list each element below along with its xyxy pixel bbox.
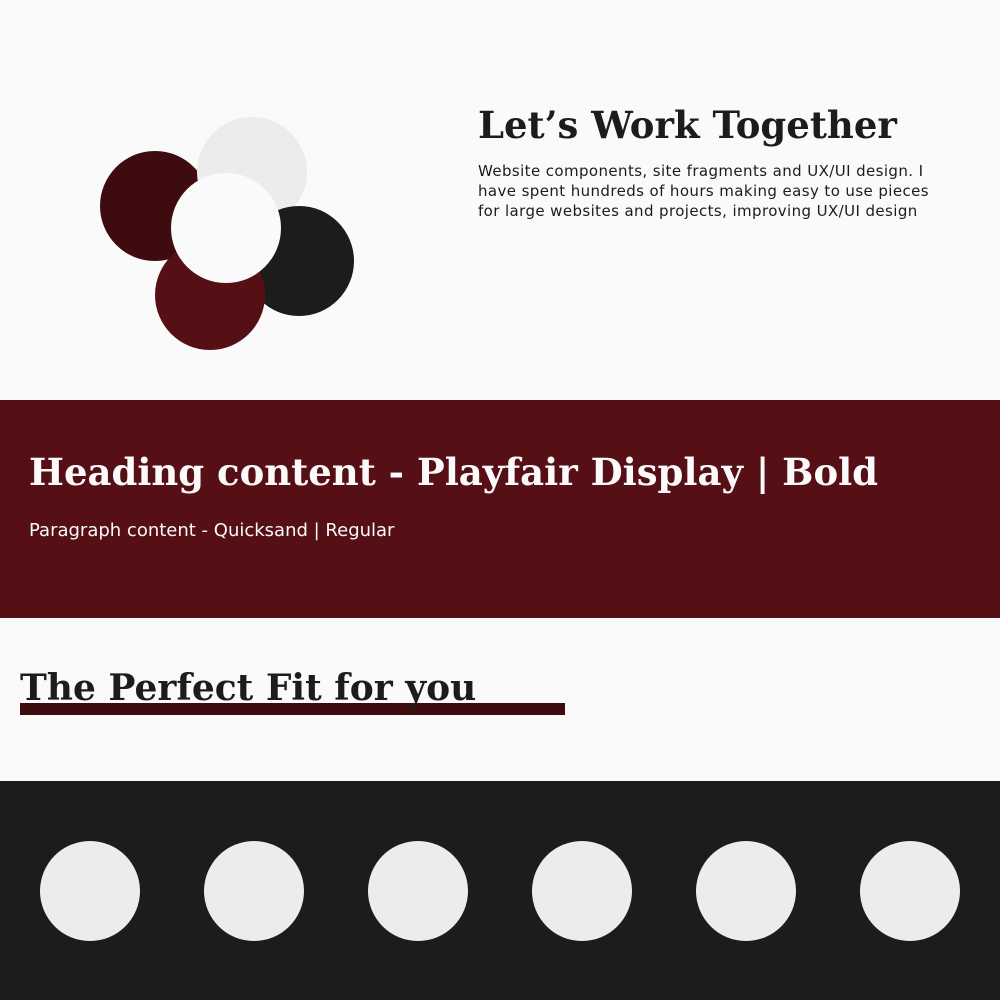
placeholder-circle [860,841,960,941]
perfect-fit-title: The Perfect Fit for you [20,667,477,709]
placeholder-circle [204,841,304,941]
placeholder-circle [368,841,468,941]
decorative-circle-white [171,173,281,283]
placeholder-circle [40,841,140,941]
placeholder-circle [532,841,632,941]
placeholder-circle [696,841,796,941]
footer-section [0,781,1000,1000]
hero-title: Let’s Work Together [478,103,897,147]
hero-section: Let’s Work Together Website components, … [0,0,1000,400]
perfect-fit-section: The Perfect Fit for you [0,618,1000,781]
band-paragraph: Paragraph content - Quicksand | Regular [29,520,395,541]
band-heading: Heading content - Playfair Display | Bol… [29,450,879,494]
hero-description: Website components, site fragments and U… [478,162,929,220]
typography-band: Heading content - Playfair Display | Bol… [0,400,1000,618]
